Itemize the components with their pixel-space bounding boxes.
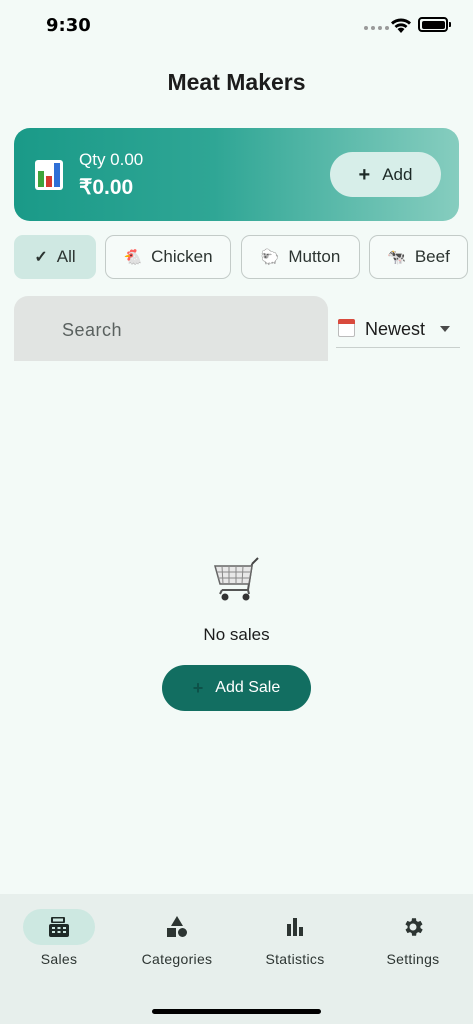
- nav-label: Sales: [40, 951, 78, 967]
- check-icon: ✓: [34, 249, 48, 266]
- bar-chart-icon: [287, 918, 303, 936]
- cow-icon: 🐄: [387, 249, 406, 266]
- wifi-icon: [391, 18, 411, 33]
- nav-label: Settings: [386, 951, 440, 967]
- cash-register-icon: [49, 917, 69, 937]
- add-sale-label: Add Sale: [215, 679, 281, 696]
- battery-icon: [418, 17, 451, 32]
- shopping-cart-icon: [214, 557, 259, 601]
- empty-state-message: No sales: [203, 625, 270, 644]
- filter-chip-mutton[interactable]: 🐑 Mutton: [241, 235, 360, 279]
- search-input[interactable]: Search: [14, 296, 328, 361]
- nav-label: Categories: [141, 951, 213, 967]
- shapes-icon: [167, 916, 187, 937]
- add-button-label: Add: [382, 164, 413, 184]
- summary-amount: ₹0.00: [79, 176, 134, 199]
- summary-qty: Qty 0.00: [79, 150, 144, 169]
- add-sale-button[interactable]: + Add Sale: [162, 665, 311, 711]
- nav-item-categories[interactable]: Categories: [127, 909, 227, 979]
- cellular-signal-icon: [364, 26, 389, 30]
- chip-label: Beef: [414, 247, 450, 266]
- filter-chip-beef[interactable]: 🐄 Beef: [369, 235, 468, 279]
- status-time: 9:30: [46, 15, 91, 36]
- page-title: Meat Makers: [167, 69, 306, 95]
- chip-label: All: [56, 247, 76, 266]
- add-button[interactable]: + Add: [330, 152, 441, 197]
- calendar-icon: [338, 319, 355, 337]
- chip-label: Mutton: [288, 247, 341, 266]
- plus-icon: +: [358, 163, 371, 186]
- bar-chart-icon: [35, 160, 63, 190]
- nav-label: Statistics: [265, 951, 325, 967]
- search-placeholder: Search: [62, 320, 123, 340]
- nav-item-sales[interactable]: Sales: [9, 909, 109, 979]
- summary-card: Qty 0.00 ₹0.00 + Add: [14, 128, 459, 221]
- sheep-icon: 🐑: [260, 249, 280, 266]
- chip-label: Chicken: [151, 247, 213, 266]
- sort-selected-label: Newest: [365, 319, 426, 339]
- home-indicator: [152, 1009, 321, 1014]
- status-bar: 9:30: [0, 0, 473, 52]
- chicken-icon: 🐔: [123, 249, 143, 266]
- bottom-navigation: Sales Categories Statistics Settings: [0, 894, 473, 1024]
- gear-icon: [405, 918, 423, 936]
- sort-dropdown[interactable]: Newest: [336, 312, 460, 348]
- nav-item-statistics[interactable]: Statistics: [245, 909, 345, 979]
- filter-chip-all[interactable]: ✓ All: [14, 235, 96, 279]
- nav-item-settings[interactable]: Settings: [363, 909, 463, 979]
- filter-chip-chicken[interactable]: 🐔 Chicken: [105, 235, 231, 279]
- chevron-down-icon: [440, 326, 450, 332]
- plus-icon: +: [192, 678, 204, 698]
